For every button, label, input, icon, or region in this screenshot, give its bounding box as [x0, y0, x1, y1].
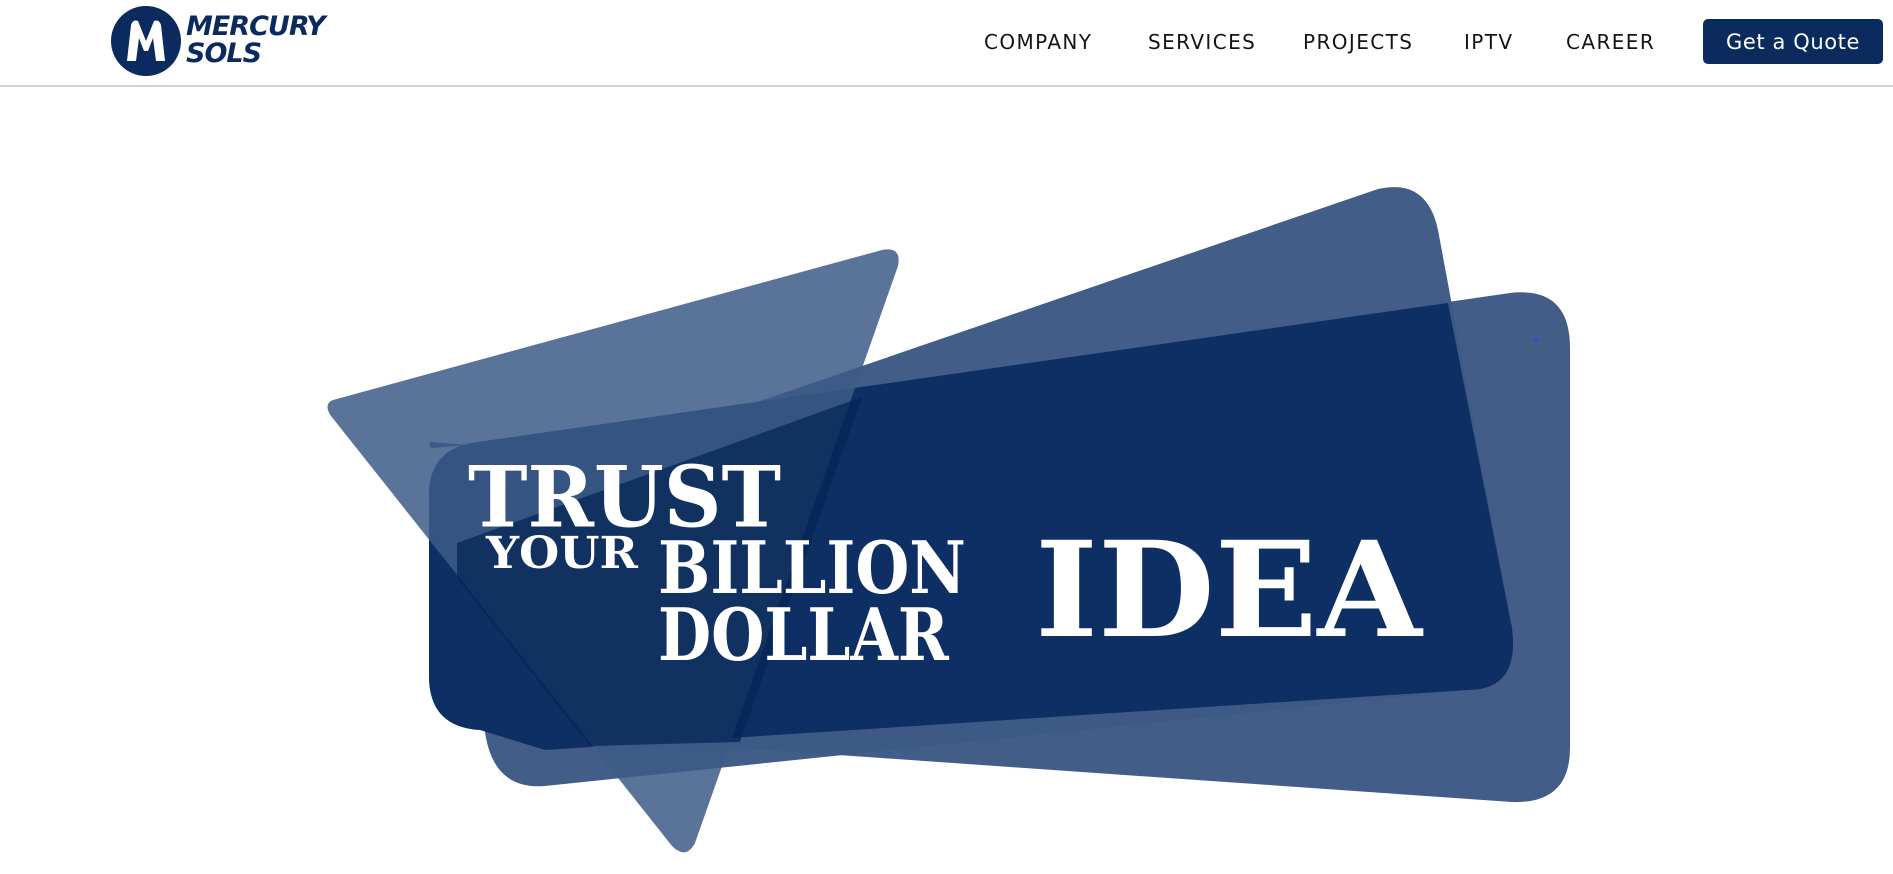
brand-name-line1: MERCURY — [186, 11, 326, 42]
nav-item-career[interactable]: CAREER — [1566, 30, 1655, 54]
brand-name: MERCURY SOLS — [186, 13, 351, 67]
nav-item-services[interactable]: SERVICES — [1148, 30, 1256, 54]
headline-word-your: YOUR — [486, 528, 638, 579]
site-header: MERCURY SOLS COMPANY SERVICES PROJECTS I… — [0, 0, 1893, 87]
logo-badge-icon — [111, 6, 181, 76]
hero-headline: TRUST YOUR BILLION DOLLAR IDEA — [0, 89, 1893, 874]
nav-item-company[interactable]: COMPANY — [984, 30, 1092, 54]
nav-item-projects[interactable]: PROJECTS — [1303, 30, 1413, 54]
headline-word-idea: IDEA — [1035, 513, 1422, 668]
get-a-quote-button[interactable]: Get a Quote — [1703, 19, 1883, 64]
brand-name-line2: SOLS — [186, 38, 262, 69]
nav-item-iptv[interactable]: IPTV — [1464, 30, 1513, 54]
brand-logo[interactable]: MERCURY SOLS — [110, 5, 350, 77]
headline-word-dollar: DOLLAR — [658, 592, 949, 677]
hero-section: TRUST YOUR BILLION DOLLAR IDEA — [0, 89, 1893, 874]
